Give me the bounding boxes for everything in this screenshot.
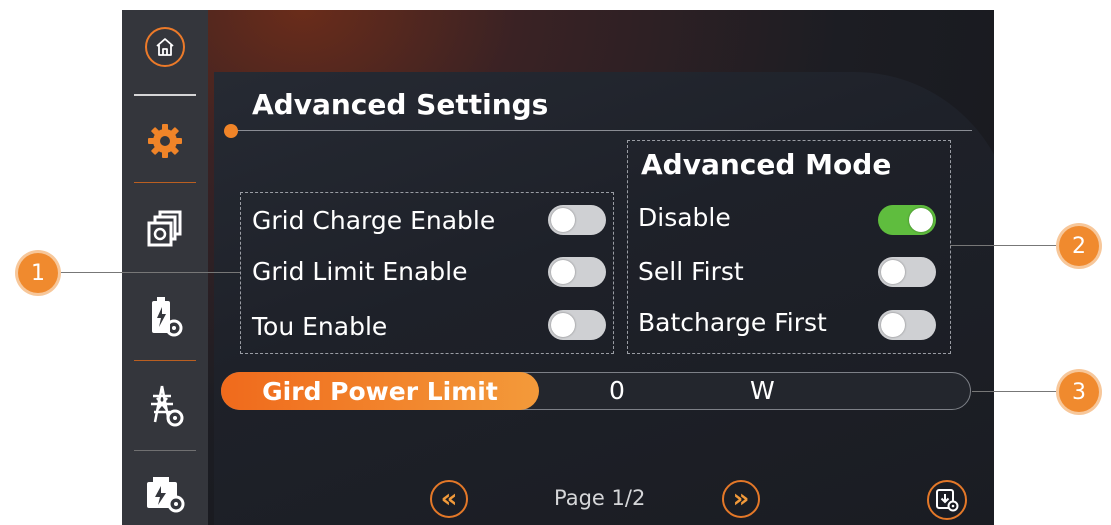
callout-2-marker: 2 — [1059, 226, 1099, 266]
title-divider — [232, 130, 972, 131]
mode-batcharge-first-label: Batcharge First — [638, 308, 827, 337]
sidebar-separator — [134, 360, 196, 361]
toggle-knob — [551, 260, 575, 284]
save-settings-icon — [936, 489, 959, 512]
page-indicator: Page 1/2 — [554, 486, 646, 510]
advanced-mode-title: Advanced Mode — [641, 148, 892, 181]
callout-3-line — [972, 391, 1060, 392]
sidebar-separator — [134, 450, 196, 451]
power-limit-value[interactable]: 0 — [609, 376, 625, 405]
power-limit-label: Gird Power Limit — [221, 372, 539, 410]
grid-tower-settings-icon — [151, 385, 184, 427]
mode-disable-label: Disable — [638, 203, 731, 232]
generator-settings-icon — [147, 477, 185, 513]
power-limit-unit: W — [750, 376, 775, 405]
toggle-knob — [551, 208, 575, 232]
callout-2-line — [950, 245, 1060, 246]
sidebar — [122, 10, 208, 525]
toggle-knob — [909, 208, 933, 232]
title-indicator-dot — [224, 124, 238, 138]
toggle-knob — [881, 260, 905, 284]
mode-sell-first-toggle[interactable] — [878, 257, 936, 287]
mode-batcharge-first-toggle[interactable] — [878, 310, 936, 340]
callout-1-line — [58, 272, 240, 273]
tou-enable-toggle[interactable] — [548, 310, 606, 340]
toggle-knob — [551, 313, 575, 337]
sidebar-item-battery-settings[interactable] — [122, 290, 208, 344]
grid-charge-enable-label: Grid Charge Enable — [252, 206, 496, 235]
sidebar-separator — [134, 94, 196, 96]
mode-disable-toggle[interactable] — [878, 205, 936, 235]
sidebar-item-generator-settings[interactable] — [122, 468, 208, 522]
grid-charge-enable-toggle[interactable] — [548, 205, 606, 235]
prev-page-button[interactable]: « — [430, 480, 468, 518]
sidebar-item-settings[interactable] — [122, 116, 208, 166]
tou-enable-label: Tou Enable — [252, 312, 388, 341]
sidebar-item-system-settings[interactable] — [122, 202, 208, 256]
callout-1-marker: 1 — [18, 253, 58, 293]
sidebar-item-grid-settings[interactable] — [122, 378, 208, 434]
save-settings-button[interactable] — [927, 480, 967, 520]
gear-icon — [148, 124, 182, 158]
next-page-button[interactable]: » — [722, 480, 760, 518]
grid-limit-enable-toggle[interactable] — [548, 257, 606, 287]
sidebar-separator — [134, 182, 196, 183]
battery-settings-icon — [152, 297, 183, 337]
grid-limit-enable-label: Grid Limit Enable — [252, 257, 468, 286]
multi-settings-icon — [147, 210, 182, 247]
toggle-knob — [881, 313, 905, 337]
page-title: Advanced Settings — [252, 88, 549, 121]
mode-sell-first-label: Sell First — [638, 257, 744, 286]
home-icon — [145, 27, 185, 67]
callout-3-marker: 3 — [1059, 372, 1099, 412]
sidebar-item-home[interactable] — [122, 24, 208, 70]
device-screen: Advanced Settings Grid Charge Enable Gri… — [122, 10, 994, 525]
